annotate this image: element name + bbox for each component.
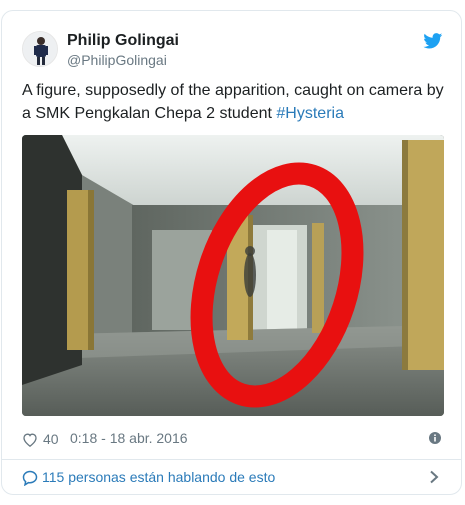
heart-icon [23,432,37,447]
like-count: 40 [43,431,59,447]
conversation-link[interactable]: 115 personas están hablando de esto [2,460,461,495]
twitter-bird-icon[interactable] [423,33,443,49]
tweet-meta-row: 40 0:18 - 18 abr. 2016 [22,429,443,449]
info-icon[interactable] [429,432,441,444]
author-screen-name[interactable]: @PhilipGolingai [67,52,167,68]
person-avatar-icon [23,32,57,66]
embedded-tweet-card: Philip Golingai @PhilipGolingai A figure… [1,10,462,495]
hashtag-link[interactable]: #Hysteria [276,105,344,122]
chevron-right-icon [430,470,439,484]
tweet-header: Philip Golingai @PhilipGolingai [22,31,443,68]
tweet-timestamp[interactable]: 0:18 - 18 abr. 2016 [70,430,188,446]
tweet-body-text: A figure, supposedly of the apparition, … [22,82,444,122]
like-button[interactable]: 40 [22,429,59,449]
author-display-name[interactable]: Philip Golingai [67,32,179,50]
speech-bubble-icon [22,470,38,486]
hallway-photo-image [22,135,444,416]
tweet-photo[interactable] [22,135,444,416]
author-avatar[interactable] [22,31,58,67]
conversation-label: 115 personas están hablando de esto [42,469,276,485]
tweet-text: A figure, supposedly of the apparition, … [22,79,447,125]
